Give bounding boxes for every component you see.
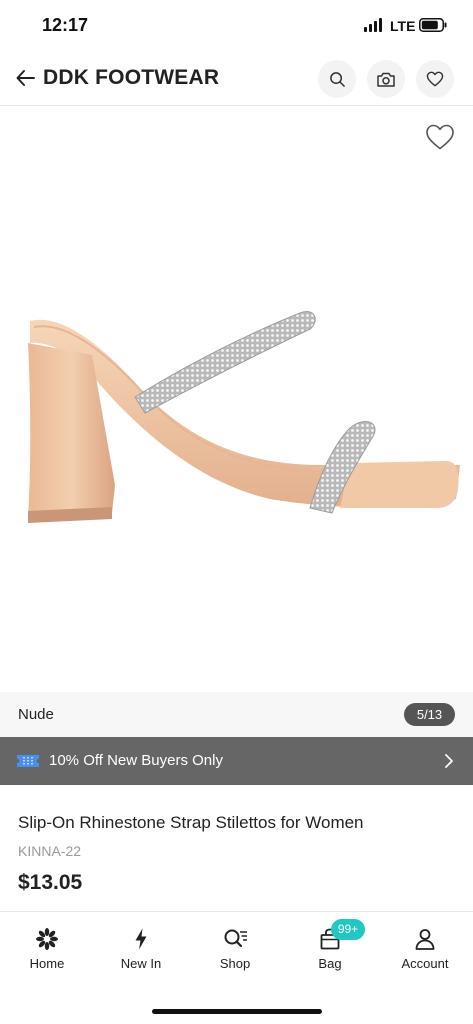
variant-bar: Nude 5/13 <box>0 692 473 737</box>
search-icon <box>329 71 345 87</box>
heart-icon <box>426 71 444 87</box>
status-time: 12:17 <box>42 15 89 35</box>
wishlist-button[interactable] <box>416 60 454 98</box>
promo-text: 10% Off New Buyers Only <box>49 752 223 769</box>
bag-count-badge: 99+ <box>331 919 365 940</box>
tab-shop-label: Shop <box>219 956 251 971</box>
selected-color-name: Nude <box>18 706 54 723</box>
tab-home-label: Home <box>29 956 65 971</box>
promo-banner[interactable]: 10% Off New Buyers Only <box>0 737 473 785</box>
chevron-right-icon <box>445 754 453 768</box>
tab-home[interactable]: Home <box>0 913 94 993</box>
search-list-icon <box>224 929 247 948</box>
product-sku: KINNA-22 <box>18 843 82 859</box>
tab-new-in[interactable]: New In <box>94 913 188 993</box>
home-flower-icon <box>36 928 58 950</box>
tab-account[interactable]: Account <box>378 913 472 993</box>
app-header: DDK FOOTWEAR <box>0 52 473 106</box>
signal-icon <box>364 18 384 32</box>
product-image <box>28 311 460 523</box>
tab-new-in-label: New In <box>120 956 162 971</box>
product-title: Slip-On Rhinestone Strap Stilettos for W… <box>18 813 364 832</box>
tab-bag-label: Bag <box>318 956 342 971</box>
product-gallery[interactable] <box>0 107 473 693</box>
tab-shop[interactable]: Shop <box>188 913 282 993</box>
camera-search-button[interactable] <box>367 60 405 98</box>
bottom-tab-bar: Home New In Shop Bag Account <box>0 913 473 993</box>
network-type: LTE <box>390 18 416 34</box>
product-price: $13.05 <box>18 871 83 894</box>
store-title: DDK FOOTWEAR <box>43 66 220 89</box>
camera-icon <box>377 72 395 87</box>
person-icon <box>415 929 435 950</box>
coupon-icon <box>17 755 39 767</box>
status-bar: 12:17 LTE <box>0 0 473 52</box>
back-arrow-icon[interactable] <box>14 66 38 90</box>
battery-icon <box>419 18 447 32</box>
lightning-icon <box>135 928 147 950</box>
image-counter: 5/13 <box>404 703 455 726</box>
tab-account-label: Account <box>401 956 449 971</box>
favorite-heart-icon[interactable] <box>425 123 455 151</box>
product-info: Slip-On Rhinestone Strap Stilettos for W… <box>0 785 473 912</box>
home-indicator <box>152 1009 322 1014</box>
search-button[interactable] <box>318 60 356 98</box>
